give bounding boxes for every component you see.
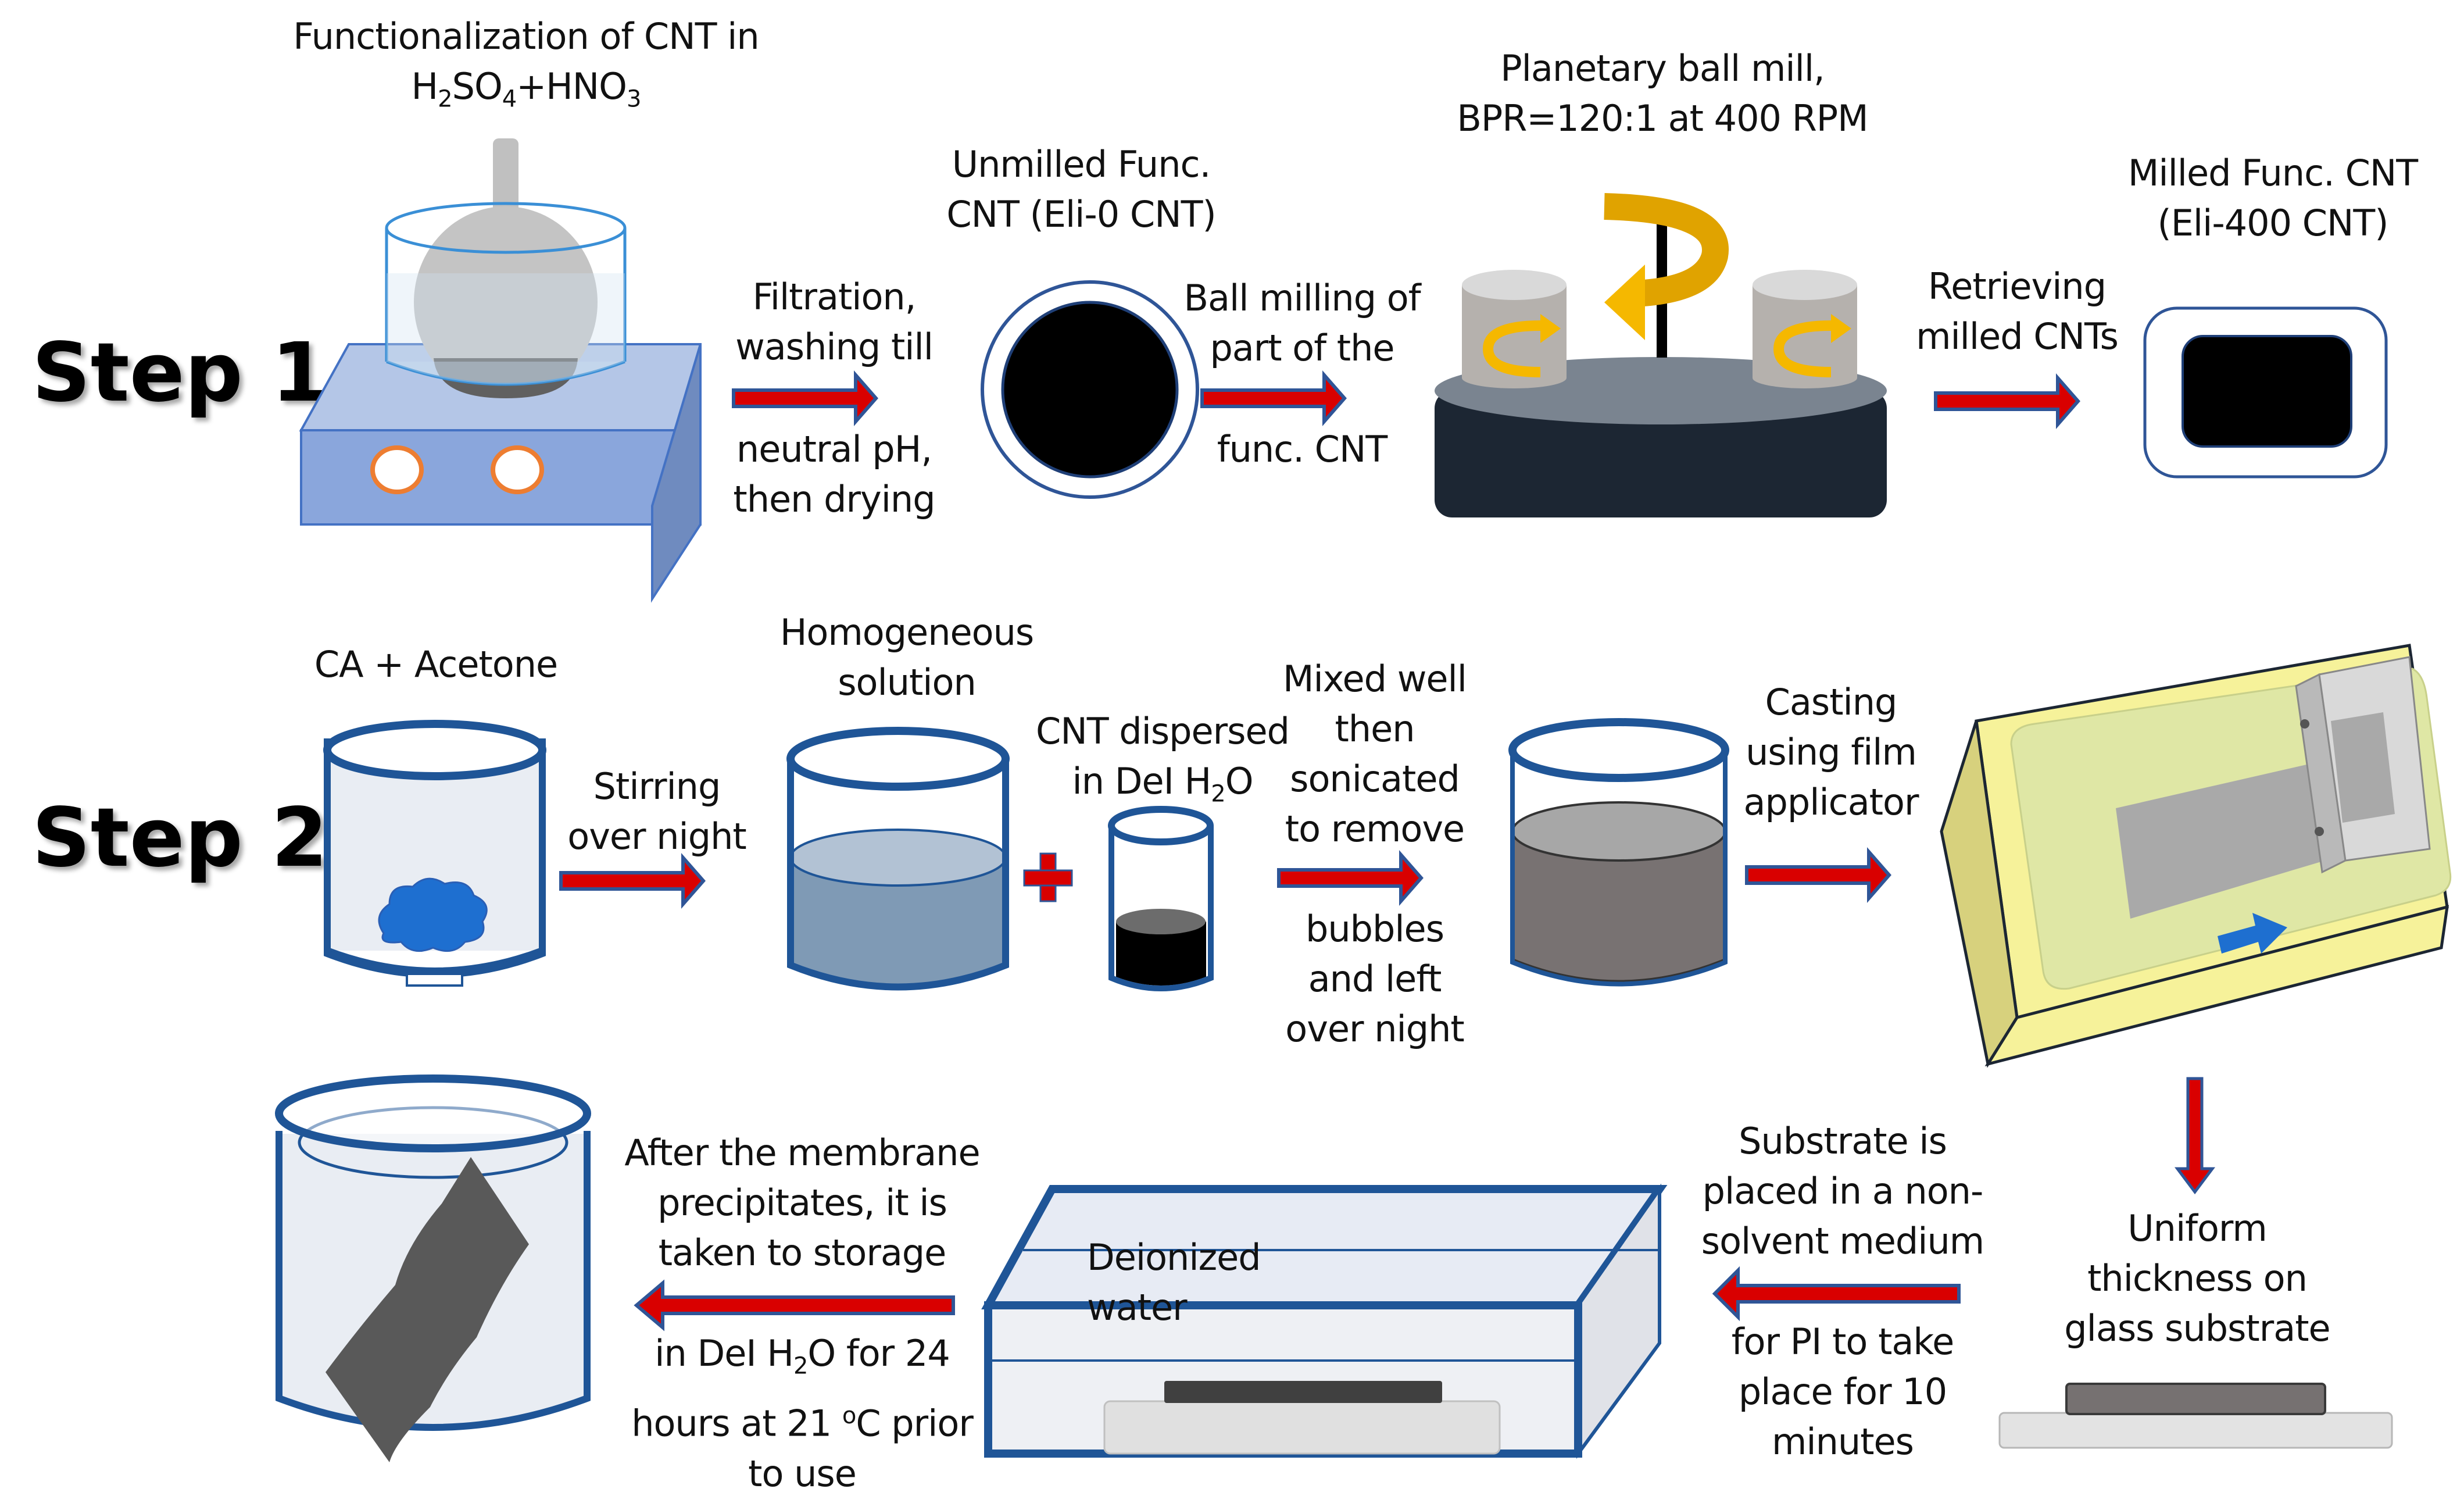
arrow-storage xyxy=(634,1279,955,1331)
filtration-label-top: Filtration, washing till xyxy=(735,276,934,368)
planetary-ball-mill-icon xyxy=(1435,193,1887,517)
arrow-stirring xyxy=(561,858,703,904)
uniform-thickness-label: Uniform thickness on glass substrate xyxy=(2064,1207,2330,1350)
casting-label: Casting using film applicator xyxy=(1743,681,1919,823)
filtration-label-bottom: neutral pH, then drying xyxy=(733,428,935,520)
beaker-ca-acetone-icon xyxy=(323,720,546,987)
ball-mill-label: Planetary ball mill, BPR=120:1 at 400 RPM xyxy=(1457,47,1868,140)
arrow-casting xyxy=(1747,852,1889,898)
arrow-down-uniform xyxy=(2175,1077,2215,1195)
milled-cnt-icon xyxy=(2143,306,2388,479)
film-applicator-icon xyxy=(1940,644,2452,1068)
arrow-ball-milling xyxy=(1202,375,1344,422)
arrow-substrate xyxy=(1712,1266,1961,1322)
arrow-filtration xyxy=(734,375,876,422)
ball-milling-label-bottom: func. CNT xyxy=(1217,428,1387,470)
functionalization-label: Functionalization of CNT in H2SO4+HNO3 xyxy=(273,12,779,124)
round-flask-icon xyxy=(385,138,627,398)
ball-milling-label-top: Ball milling of part of the xyxy=(1183,277,1421,369)
glass-substrate-icon xyxy=(1998,1383,2393,1449)
cnt-vial-icon xyxy=(1108,806,1214,991)
substrate-label-top: Substrate is placed in a non-solvent medi… xyxy=(1701,1120,1984,1262)
substrate-label-bottom: for PI to take place for 10 minutes xyxy=(1731,1320,1954,1463)
milled-cnt-label: Milled Func. CNT (Eli-400 CNT) xyxy=(2127,152,2418,244)
beaker-casting-solution-icon xyxy=(1508,718,1729,987)
storage-label-top: After the membrane precipitates, it is tak… xyxy=(624,1131,980,1274)
plus-icon xyxy=(1023,852,1073,902)
deionized-water-label: Deionized water xyxy=(1087,1236,1261,1329)
stirring-label: Stirring over night xyxy=(567,765,746,858)
mixed-label-top: Mixed well then sonicated to remove xyxy=(1282,658,1467,850)
unmilled-cnt-icon xyxy=(981,280,1199,499)
arrow-mixed xyxy=(1279,855,1421,901)
unmilled-cnt-label: Unmilled Func. CNT (Eli-0 CNT) xyxy=(946,143,1216,235)
arrow-retrieving xyxy=(1936,378,2078,424)
ca-acetone-label: CA + Acetone xyxy=(314,643,558,686)
homogeneous-label: Homogeneous solution xyxy=(779,611,1034,704)
mixed-label-bottom: bubbles and left over night xyxy=(1285,908,1464,1050)
storage-label-bottom: in DeI H2O for 24 hours at 21 oC prior t… xyxy=(631,1332,974,1495)
storage-beaker-icon xyxy=(275,1074,591,1462)
cnt-dispersed-label: CNT dispersed in DeI H2O xyxy=(1036,710,1290,808)
retrieving-label: Retrieving milled CNTs xyxy=(1916,265,2119,358)
beaker-homogeneous-icon xyxy=(786,727,1010,991)
acid-formula: H2SO4+HNO3 xyxy=(411,65,642,113)
